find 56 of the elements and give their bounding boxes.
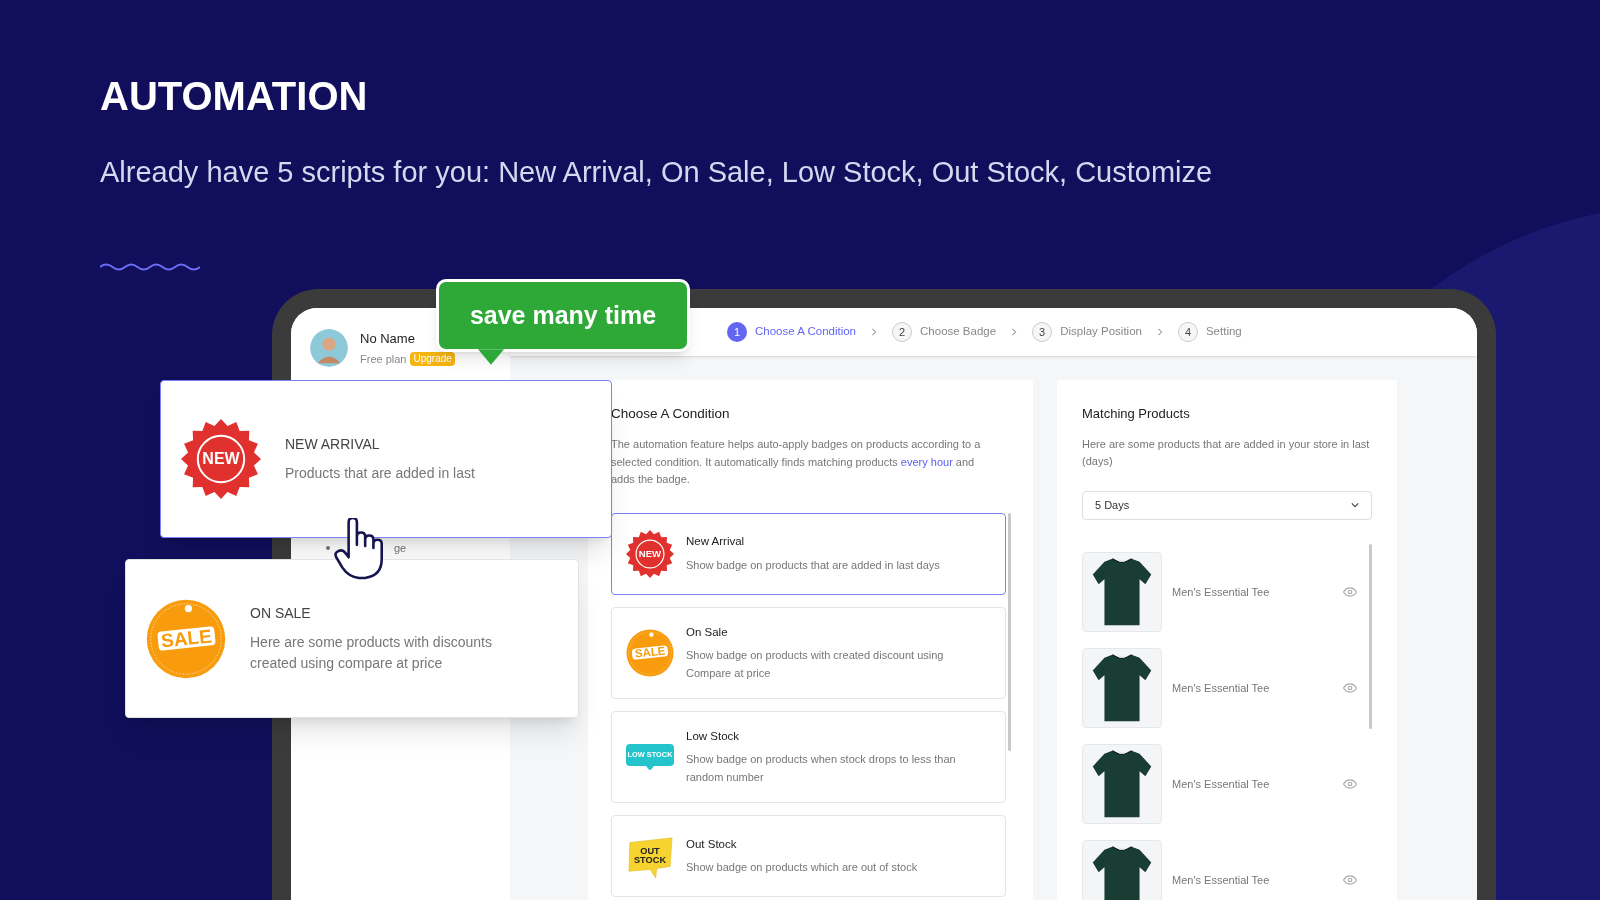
new-badge: NEW [181,419,261,499]
feature-title: NEW ARRIVAL [285,435,380,454]
card-title: Matching Products [1082,405,1190,423]
chevron-right-icon [1155,328,1164,336]
chevron-down-icon [1351,501,1359,510]
eye-icon[interactable] [1343,681,1358,695]
page-subheading: Already have 5 scripts for you: New Arrival, On Sale, Low Stock, Out Stock, Customize [100,155,1213,190]
eye-icon[interactable] [1343,777,1358,791]
card-title: Choose A Condition [611,405,730,423]
sidebar-item[interactable]: ge [394,540,407,557]
option-description: Show badge on products which are out of stock [686,860,918,876]
user-name: No Name [360,330,415,348]
step-tab[interactable]: 4 Setting [1177,322,1242,342]
product-name: Men's Essential Tee [1172,680,1271,696]
wavy-line-icon [100,262,200,272]
feature-title: ON SALE [250,604,311,623]
feature-card[interactable]: NEW NEW ARRIVAL Products that are added in last [160,380,612,538]
condition-option[interactable]: OUT STOCK Out Stock Show badge on products which are out of stock [611,815,1006,898]
feature-description: Here are some products with discounts created using compare at price [250,633,493,673]
chevron-right-icon [1010,328,1019,336]
scrollbar[interactable] [1369,544,1372,729]
option-description: Show badge on products with created discount using Compare at price [686,648,945,681]
option-title: On Sale [686,624,728,640]
eye-icon[interactable] [1343,873,1358,887]
card-description: The automation feature helps auto-apply badges on products according to a selected condition. It automatically finds matching products every hour and adds the badge. [611,437,982,488]
eye-icon[interactable] [1343,585,1358,599]
step-tab[interactable]: 2 Choose Badge [892,322,997,342]
callout-pointer-icon [478,349,504,365]
option-title: Out Stock [686,836,737,852]
every-hour-link[interactable]: every hour [900,455,953,468]
days-select[interactable]: 5 Days [1082,490,1372,520]
option-title: Low Stock [686,729,740,744]
feature-description: Products that are added in last [285,464,476,483]
product-name: Men's Essential Tee [1172,584,1271,600]
bullet-icon [326,546,330,551]
option-title: New Arrival [686,534,745,550]
card-description: Here are some products that are added in your store in last (days) [1082,436,1371,469]
condition-option[interactable]: SALE On Sale Show badge on products with created discount using Compare at price [611,606,1006,699]
sale-badge: SALE [626,628,674,677]
avatar-icon [310,329,348,367]
callout-bubble: save many time [436,279,690,352]
page-heading: AUTOMATION [100,76,368,116]
condition-option[interactable]: NEW New Arrival Show badge on products that are added in last days [611,512,1006,595]
product-name: Men's Essential Tee [1172,872,1271,888]
option-description: Show badge on products when stock drops to less than random number [686,752,957,785]
feature-card[interactable]: SALE ON SALE Here are some products with discounts created using compare at price [125,559,579,718]
product-name: Men's Essential Tee [1172,776,1271,792]
scrollbar[interactable] [1008,512,1011,751]
chevron-right-icon [870,328,879,336]
hand-cursor-icon [334,518,386,580]
option-description: Show badge on products that are added in last days [686,557,940,573]
plan-label: Free plan [360,351,407,367]
step-tab[interactable]: 1 Choose A Condition [727,322,857,342]
sale-badge: SALE [146,598,226,679]
step-tab[interactable]: 3 Display Position [1032,322,1142,342]
new-badge: NEW [626,529,674,578]
